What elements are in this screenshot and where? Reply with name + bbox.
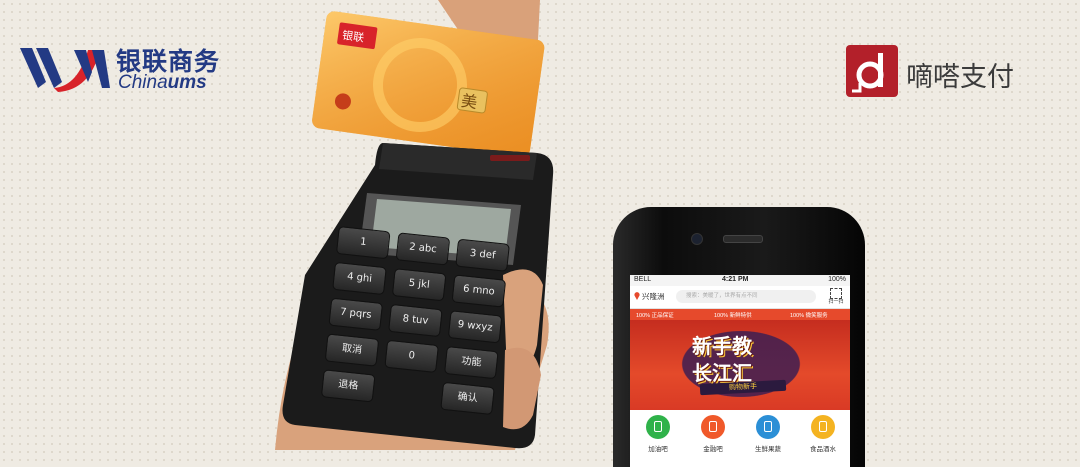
fuel-icon <box>646 415 670 439</box>
category-item[interactable]: 加油吧 <box>634 415 682 453</box>
cherry-icon <box>756 415 780 439</box>
promo-item: 100% 新鲜特供 <box>714 313 752 319</box>
china-ums-mark-icon <box>20 48 110 92</box>
phone-screen: BELL 4:21 PM 100% 兴隆洲 搜索：美暖了，世界有点不同 扫一扫 … <box>630 275 850 467</box>
location-selector[interactable]: 兴隆洲 <box>634 291 665 302</box>
pos-key[interactable]: 3 def <box>455 238 510 272</box>
category-label: 生鲜果蔬 <box>755 446 781 453</box>
pos-key[interactable]: 6 mno <box>451 274 507 308</box>
scan-icon <box>830 288 842 299</box>
app-top-bar: 兴隆洲 搜索：美暖了，世界有点不同 扫一扫 <box>630 286 850 309</box>
category-item[interactable]: 生鲜果蔬 <box>744 415 792 453</box>
china-ums-name-en: Chinaums <box>118 72 207 93</box>
scan-button[interactable]: 扫一扫 <box>826 288 846 305</box>
carrier-label: BELL <box>634 276 652 283</box>
china-ums-logo: 银联商务 Chinaums <box>18 40 228 100</box>
didi-pay-name: 嘀嗒支付 <box>906 62 1014 93</box>
category-label: 食品酒水 <box>810 446 836 453</box>
pos-keypad: 12 abc 3 def 4 ghi 5 jkl 6 mno 7 pqrs 8 tuv 9 w… <box>320 226 518 416</box>
cup-icon <box>811 415 835 439</box>
pos-key[interactable]: 5 jkl <box>391 268 447 302</box>
pos-key[interactable]: 7 pqrs <box>328 297 384 331</box>
pos-key[interactable]: 功能 <box>443 345 499 380</box>
promo-item: 100% 微笑服务 <box>790 313 828 319</box>
earpiece-speaker <box>723 235 763 243</box>
card-chip-char: 美 <box>460 91 479 112</box>
category-item[interactable]: 食品酒水 <box>799 415 847 453</box>
category-label: 加油吧 <box>648 446 668 453</box>
pos-key[interactable]: 确认 <box>440 381 495 416</box>
didi-pay-logo: 嘀嗒支付 <box>846 45 1046 100</box>
pos-key[interactable]: 退格 <box>320 369 376 403</box>
status-time: 4:21 PM <box>722 276 749 283</box>
banner-line-1: 新手教 <box>692 334 752 358</box>
money-bag-icon <box>701 415 725 439</box>
pos-key[interactable]: 1 <box>335 226 391 260</box>
promo-item: 100% 正品保证 <box>636 313 674 319</box>
phone-status-bar: BELL 4:21 PM 100% <box>630 275 850 286</box>
front-camera <box>691 233 703 245</box>
category-label: 金融吧 <box>703 446 723 453</box>
battery-label: 100% <box>828 276 846 283</box>
pos-key[interactable]: 8 tuv <box>388 303 443 338</box>
search-input[interactable]: 搜索：美暖了，世界有点不同 <box>676 290 816 303</box>
promo-banner[interactable]: 新手教 长江汇 购物新手 <box>630 320 850 410</box>
pos-key[interactable]: 2 abc <box>395 232 451 266</box>
pos-key[interactable]: 取消 <box>324 333 380 367</box>
pos-key[interactable]: 9 wxyz <box>447 310 503 344</box>
category-item[interactable]: 金融吧 <box>689 415 737 453</box>
location-pin-icon <box>634 292 640 300</box>
pos-key[interactable]: 0 <box>384 339 439 373</box>
category-row: 加油吧 金融吧 生鲜果蔬 食品酒水 <box>630 410 850 460</box>
promo-strip: 100% 正品保证 100% 新鲜特供 100% 微笑服务 <box>630 309 850 320</box>
pos-key[interactable]: 4 ghi <box>332 261 387 296</box>
smartphone: BELL 4:21 PM 100% 兴隆洲 搜索：美暖了，世界有点不同 扫一扫 … <box>613 207 865 467</box>
didi-pay-mark-icon <box>846 45 898 97</box>
